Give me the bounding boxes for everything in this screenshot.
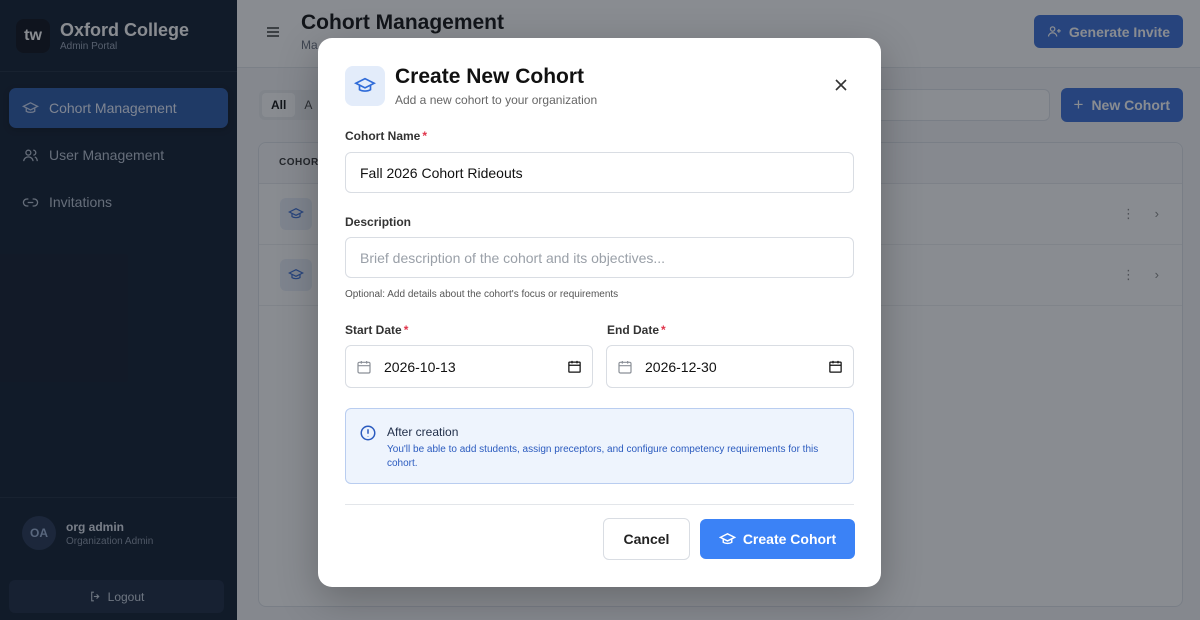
end-date-label: End Date * <box>607 323 666 337</box>
start-date-label: Start Date * <box>345 323 409 337</box>
modal-title: Create New Cohort <box>395 65 585 88</box>
description-label: Description <box>345 215 412 229</box>
info-icon <box>360 425 376 441</box>
start-date-input[interactable]: 2026-10-13 <box>345 345 593 388</box>
info-callout: After creation You'll be able to add stu… <box>345 408 854 484</box>
required-mark: * <box>661 323 666 337</box>
cohort-name-input[interactable]: Fall 2026 Cohort Rideouts <box>345 152 854 193</box>
graduation-cap-icon <box>345 66 385 106</box>
close-icon[interactable] <box>833 77 849 93</box>
create-cohort-button[interactable]: Create Cohort <box>700 519 855 559</box>
create-cohort-modal: Create New Cohort Add a new cohort to yo… <box>318 38 881 587</box>
calendar-icon <box>618 360 632 374</box>
calendar-picker-icon[interactable] <box>567 359 582 374</box>
description-hint: Optional: Add details about the cohort's… <box>345 289 619 300</box>
calendar-picker-icon[interactable] <box>828 359 843 374</box>
start-date-value: 2026-10-13 <box>384 358 456 375</box>
info-title: After creation <box>387 425 459 439</box>
calendar-icon <box>357 360 371 374</box>
info-body: You'll be able to add students, assign p… <box>387 444 819 469</box>
divider <box>345 504 854 505</box>
end-date-input[interactable]: 2026-12-30 <box>606 345 854 388</box>
required-mark: * <box>403 323 409 337</box>
description-input[interactable]: Brief description of the cohort and its … <box>345 237 854 278</box>
graduation-cap-icon <box>718 532 736 544</box>
required-mark: * <box>422 129 428 143</box>
cancel-button[interactable]: Cancel <box>603 518 690 560</box>
end-date-value: 2026-12-30 <box>645 358 717 375</box>
cohort-name-label: Cohort Name * <box>345 129 428 143</box>
create-cohort-label: Create Cohort <box>742 531 837 547</box>
modal-subtitle: Add a new cohort to your organization <box>395 93 598 107</box>
